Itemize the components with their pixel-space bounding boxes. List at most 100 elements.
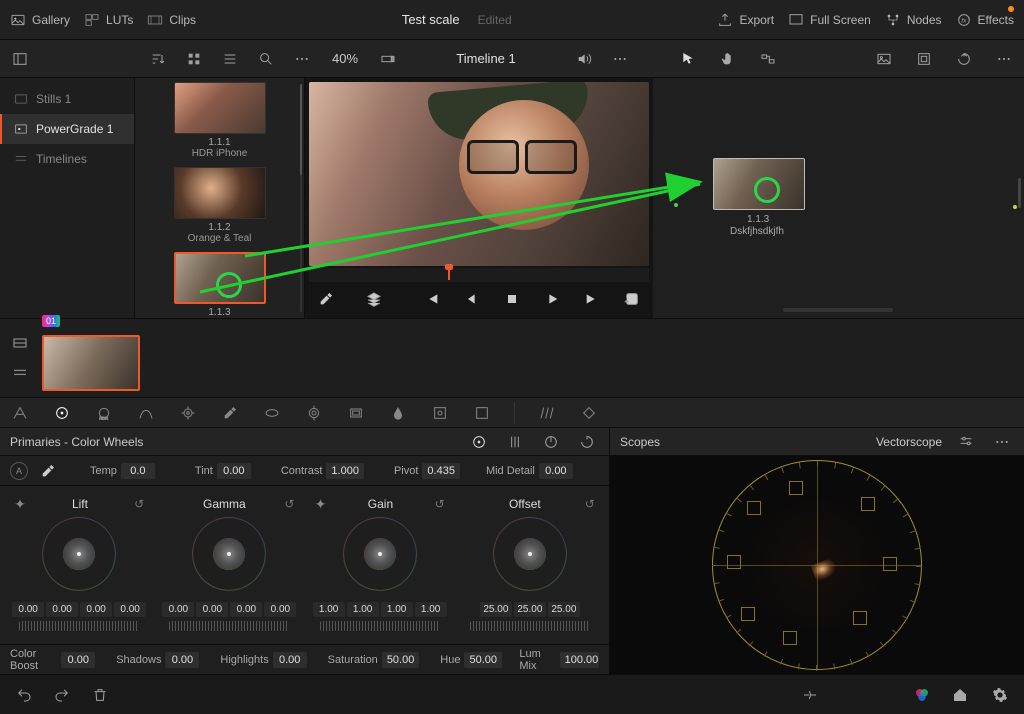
shadows-control[interactable]: Shadows0.00 (116, 652, 199, 668)
grid-view-button[interactable] (182, 47, 206, 71)
temp-control[interactable]: Temp0.0 (90, 463, 155, 479)
middetail-control[interactable]: Mid Detail0.00 (486, 463, 573, 479)
first-frame-button[interactable] (420, 287, 444, 311)
effects-button[interactable]: fx Effects (956, 12, 1014, 28)
gallery-more-button[interactable] (290, 47, 314, 71)
palette-tracking[interactable] (388, 403, 408, 423)
viewer-scrubber[interactable] (309, 268, 649, 282)
wheel-value[interactable]: 25.00 (548, 602, 580, 617)
wheel-reset[interactable]: ↺ (435, 497, 445, 511)
palette-color-wheels[interactable] (52, 403, 72, 423)
master-jog[interactable] (470, 621, 590, 631)
timeline-name[interactable]: Timeline 1 (456, 51, 515, 66)
clips-tab[interactable]: Clips (147, 12, 196, 28)
saturation-control[interactable]: Saturation50.00 (328, 652, 420, 668)
wheel-value[interactable]: 1.00 (347, 602, 379, 617)
palette-window[interactable] (346, 403, 366, 423)
wheel-value[interactable]: 0.00 (230, 602, 262, 617)
wheel-reset[interactable]: ↺ (585, 497, 595, 511)
loop-button[interactable] (620, 287, 644, 311)
pivot-control[interactable]: Pivot0.435 (394, 463, 460, 479)
highlight-button[interactable] (376, 47, 400, 71)
luts-tab[interactable]: LUTs (84, 12, 133, 28)
prev-frame-button[interactable] (460, 287, 484, 311)
wheel-reset[interactable]: ↺ (134, 497, 144, 511)
clip-01[interactable]: 01 (42, 325, 140, 391)
node-hscroll[interactable] (783, 308, 893, 312)
wheel-value[interactable]: 25.00 (480, 602, 512, 617)
palette-warper[interactable] (262, 403, 282, 423)
primaries-reset[interactable] (575, 430, 599, 454)
lummix-control[interactable]: Lum Mix100.00 (519, 648, 599, 672)
fullscreen-button[interactable]: Full Screen (788, 12, 871, 28)
palette-motion[interactable] (178, 403, 198, 423)
list-view-button[interactable] (218, 47, 242, 71)
viewer-image[interactable] (309, 82, 649, 266)
crop-button[interactable] (912, 47, 936, 71)
contrast-control[interactable]: Contrast1.000 (281, 463, 364, 479)
reset-all-button[interactable] (952, 47, 976, 71)
node-thumb[interactable] (713, 158, 805, 210)
palette-qualifier[interactable] (304, 403, 324, 423)
wheel-value[interactable]: 1.00 (415, 602, 447, 617)
nodes-more-button[interactable] (992, 47, 1016, 71)
palette-curves[interactable] (220, 403, 240, 423)
wheel-value[interactable]: 0.00 (196, 602, 228, 617)
highlights-control[interactable]: Highlights0.00 (220, 652, 306, 668)
primaries-wheels-tab[interactable] (467, 430, 491, 454)
wheel-value[interactable]: 0.00 (114, 602, 146, 617)
pick-white-button[interactable] (36, 459, 60, 483)
y-adjust-button[interactable]: ✦ (315, 496, 327, 513)
export-button[interactable]: Export (717, 12, 774, 28)
last-frame-button[interactable] (580, 287, 604, 311)
still-item-2[interactable]: 1.1.2 Orange & Teal (143, 167, 296, 244)
viewer-more-button[interactable] (608, 47, 632, 71)
colorboost-control[interactable]: Color Boost0.00 (10, 648, 95, 672)
still-item-1[interactable]: 1.1.1 HDR iPhone (143, 82, 296, 159)
layers-button[interactable] (362, 287, 386, 311)
tint-control[interactable]: Tint0.00 (195, 463, 251, 479)
gallery-tab[interactable]: Gallery (10, 12, 70, 28)
playhead[interactable] (448, 268, 450, 280)
eyedropper-button[interactable] (314, 287, 338, 311)
node-tool[interactable] (756, 47, 780, 71)
wheel-value[interactable]: 0.00 (46, 602, 78, 617)
clips-timeline-button[interactable] (8, 361, 32, 385)
play-button[interactable] (540, 287, 564, 311)
palette-magic-mask[interactable] (430, 403, 450, 423)
scopes-more[interactable] (990, 430, 1014, 454)
wheel-value[interactable]: 1.00 (313, 602, 345, 617)
sidebar-item-powergrade[interactable]: PowerGrade 1 (0, 114, 134, 144)
hue-control[interactable]: Hue50.00 (440, 652, 502, 668)
pointer-tool[interactable] (676, 47, 700, 71)
color-wheel[interactable] (193, 518, 265, 590)
delete-button[interactable] (88, 683, 112, 707)
clips-view-button[interactable] (8, 331, 32, 355)
master-jog[interactable] (19, 621, 139, 631)
wheel-value[interactable]: 0.00 (162, 602, 194, 617)
node-graph[interactable]: 1.1.3 Dskfjhsdkjfh (653, 78, 1024, 318)
node-vscroll[interactable] (1018, 178, 1021, 208)
palette-blur[interactable] (472, 403, 492, 423)
primaries-log-tab[interactable] (539, 430, 563, 454)
color-wheel[interactable] (43, 518, 115, 590)
wheel-value[interactable]: 0.00 (264, 602, 296, 617)
gallery-scrollbar[interactable] (300, 84, 302, 312)
redo-button[interactable] (50, 683, 74, 707)
viewer-zoom[interactable]: 40% (332, 51, 358, 66)
nodes-button[interactable]: Nodes (885, 12, 942, 28)
palette-hdr[interactable]: HDR (94, 403, 114, 423)
hand-tool[interactable] (716, 47, 740, 71)
palette-key[interactable] (537, 403, 557, 423)
wheel-value[interactable]: 1.00 (381, 602, 413, 617)
sidebar-item-stills[interactable]: Stills 1 (0, 84, 134, 114)
auto-button[interactable]: A (10, 462, 28, 480)
undo-button[interactable] (12, 683, 36, 707)
palette-sizing[interactable] (579, 403, 599, 423)
wheel-reset[interactable]: ↺ (284, 497, 294, 511)
color-wheel[interactable] (494, 518, 566, 590)
wheel-value[interactable]: 25.00 (514, 602, 546, 617)
scopes-settings[interactable] (954, 430, 978, 454)
home-button[interactable] (948, 683, 972, 707)
sort-button[interactable] (146, 47, 170, 71)
